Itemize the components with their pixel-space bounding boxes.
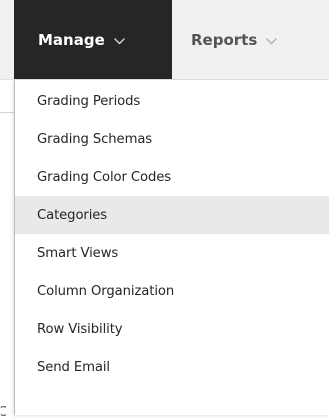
reports-tab-label: Reports [191,31,258,49]
menu-item-send-email[interactable]: Send Email [15,348,329,386]
menu-item-smart-views[interactable]: Smart Views [15,234,329,272]
reports-tab[interactable]: Reports [191,0,329,80]
clipped-background-glyph: Ↄ [0,406,6,420]
menu-item-grading-schemas[interactable]: Grading Schemas [15,120,329,158]
manage-tab[interactable]: Manage [14,0,172,80]
menu-item-column-organization[interactable]: Column Organization [15,272,329,310]
menu-item-label: Row Visibility [37,321,123,337]
menu-item-grading-periods[interactable]: Grading Periods [15,82,329,120]
menu-item-label: Send Email [37,359,110,375]
manage-dropdown-menu: Grading Periods Grading Schemas Grading … [14,80,329,415]
menu-item-grading-color-codes[interactable]: Grading Color Codes [15,158,329,196]
menu-item-label: Grading Schemas [37,131,153,147]
manage-tab-label: Manage [38,31,105,49]
background-divider [0,112,14,113]
menubar: Manage Reports [0,0,329,80]
menu-item-row-visibility[interactable]: Row Visibility [15,310,329,348]
chevron-down-icon [114,30,125,49]
background-page-edge: Ↄ [0,80,14,420]
menu-item-label: Smart Views [37,245,119,261]
menu-item-label: Categories [37,207,108,223]
menu-item-label: Column Organization [37,283,175,299]
chevron-down-icon [266,30,278,49]
menu-item-categories[interactable]: Categories [15,196,329,234]
menu-item-label: Grading Periods [37,93,141,109]
menu-item-label: Grading Color Codes [37,169,172,185]
